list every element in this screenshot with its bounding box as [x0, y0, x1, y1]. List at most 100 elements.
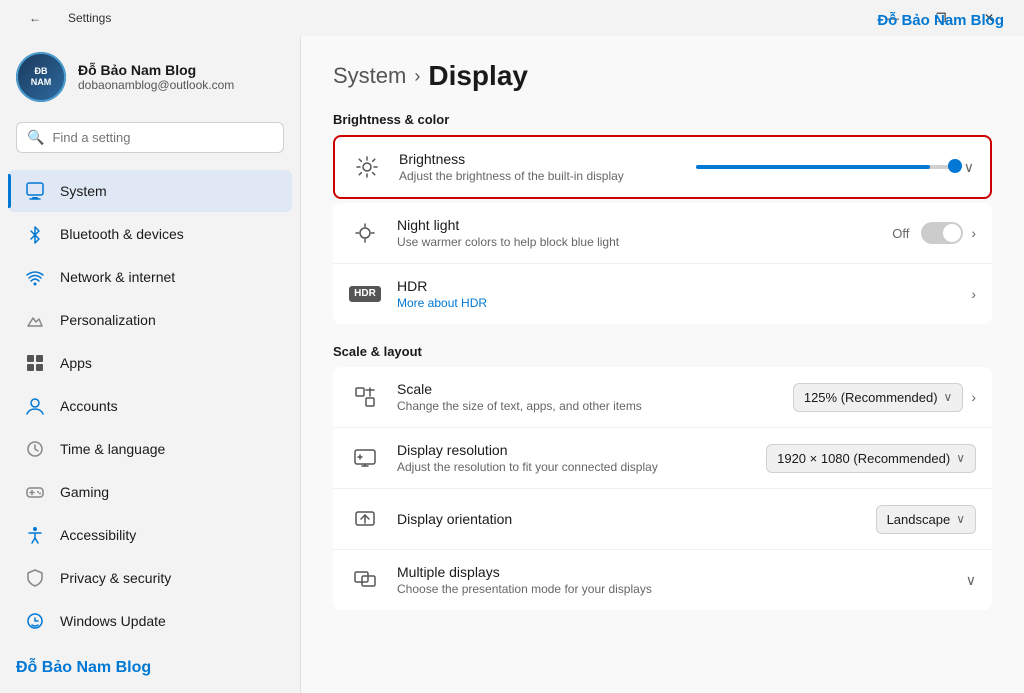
time-icon [24, 438, 46, 460]
avatar-initials: ĐBNAM [16, 52, 66, 102]
sidebar-item-personalization[interactable]: Personalization [8, 299, 292, 341]
app-body: ĐBNAM Đỗ Bảo Nam Blog dobaonamblog@outlo… [0, 36, 1024, 693]
sidebar-item-label-personalization: Personalization [60, 312, 156, 328]
scale-text: Scale Change the size of text, apps, and… [397, 381, 777, 413]
toggle-thumb [943, 224, 961, 242]
search-input[interactable] [52, 130, 273, 145]
resolution-text: Display resolution Adjust the resolution… [397, 442, 750, 474]
scale-icon [349, 381, 381, 413]
night-light-toggle[interactable] [921, 222, 963, 244]
main-content: System › Display Brightness & color [300, 36, 1024, 693]
breadcrumb-current: Display [428, 60, 528, 92]
night-light-text: Night light Use warmer colors to help bl… [397, 217, 876, 249]
sidebar-item-label-network: Network & internet [60, 269, 175, 285]
scale-desc: Change the size of text, apps, and other… [397, 399, 777, 413]
apps-icon [24, 352, 46, 374]
resolution-dropdown-chevron: ∨ [956, 451, 965, 465]
orientation-dropdown[interactable]: Landscape ∨ [876, 505, 976, 534]
hdr-desc: More about HDR [397, 296, 955, 310]
sidebar-item-gaming[interactable]: Gaming [8, 471, 292, 513]
brightness-slider-fill [696, 165, 930, 169]
night-light-chevron: › [971, 225, 976, 241]
hdr-text: HDR More about HDR [397, 278, 955, 310]
brightness-card: Brightness Adjust the brightness of the … [333, 135, 992, 199]
app-title: Settings [68, 11, 111, 25]
multiple-displays-desc: Choose the presentation mode for your di… [397, 582, 950, 596]
orientation-dropdown-chevron: ∨ [956, 512, 965, 526]
brightness-desc: Adjust the brightness of the built-in di… [399, 169, 680, 183]
breadcrumb-parent: System [333, 63, 406, 89]
scale-row[interactable]: Scale Change the size of text, apps, and… [333, 367, 992, 428]
multiple-displays-text: Multiple displays Choose the presentatio… [397, 564, 950, 596]
orientation-row[interactable]: Display orientation Landscape ∨ [333, 489, 992, 550]
resolution-row[interactable]: Display resolution Adjust the resolution… [333, 428, 992, 489]
orientation-text: Display orientation [397, 511, 860, 527]
bluetooth-icon [24, 223, 46, 245]
hdr-control: › [971, 286, 976, 302]
brightness-row[interactable]: Brightness Adjust the brightness of the … [335, 137, 990, 197]
sidebar-item-privacy[interactable]: Privacy & security [8, 557, 292, 599]
brightness-slider-container [696, 165, 956, 169]
sidebar-item-label-apps: Apps [60, 355, 92, 371]
hdr-link[interactable]: More about HDR [397, 296, 487, 310]
hdr-row[interactable]: HDR HDR More about HDR › [333, 264, 992, 324]
brightness-icon [351, 151, 383, 183]
sidebar-item-label-time: Time & language [60, 441, 165, 457]
multiple-displays-control: ∨ [966, 572, 976, 589]
scale-title: Scale [397, 381, 777, 397]
sidebar-item-apps[interactable]: Apps [8, 342, 292, 384]
scale-control: 125% (Recommended) ∨ › [793, 383, 976, 412]
accessibility-icon [24, 524, 46, 546]
privacy-icon [24, 567, 46, 589]
multiple-displays-chevron: ∨ [966, 572, 976, 589]
brightness-slider-track [696, 165, 956, 169]
system-icon [24, 180, 46, 202]
night-light-control: Off › [892, 222, 976, 244]
sidebar-item-label-privacy: Privacy & security [60, 570, 171, 586]
multiple-displays-title: Multiple displays [397, 564, 950, 580]
scale-value: 125% (Recommended) [804, 390, 938, 405]
hdr-title: HDR [397, 278, 955, 294]
sidebar-item-accounts[interactable]: Accounts [8, 385, 292, 427]
sidebar-item-label-bluetooth: Bluetooth & devices [60, 226, 184, 242]
personalization-icon [24, 309, 46, 331]
user-info: Đỗ Bảo Nam Blog dobaonamblog@outlook.com [78, 62, 234, 92]
back-button[interactable]: ← [12, 2, 58, 34]
resolution-dropdown[interactable]: 1920 × 1080 (Recommended) ∨ [766, 444, 976, 473]
sidebar-item-update[interactable]: Windows Update [8, 600, 292, 642]
user-profile[interactable]: ĐBNAM Đỗ Bảo Nam Blog dobaonamblog@outlo… [0, 36, 300, 122]
hdr-icon: HDR [349, 278, 381, 310]
sidebar-item-bluetooth[interactable]: Bluetooth & devices [8, 213, 292, 255]
hdr-chevron: › [971, 286, 976, 302]
sidebar-item-label-update: Windows Update [60, 613, 166, 629]
gaming-icon [24, 481, 46, 503]
multiple-displays-row[interactable]: Multiple displays Choose the presentatio… [333, 550, 992, 610]
sidebar-item-network[interactable]: Network & internet [8, 256, 292, 298]
sidebar-nav: System Bluetooth & devices [0, 169, 300, 643]
sidebar-item-accessibility[interactable]: Accessibility [8, 514, 292, 556]
scale-dropdown[interactable]: 125% (Recommended) ∨ [793, 383, 963, 412]
section-header-brightness: Brightness & color [333, 112, 992, 127]
breadcrumb-separator: › [414, 66, 420, 87]
resolution-value: 1920 × 1080 (Recommended) [777, 451, 950, 466]
sidebar: ĐBNAM Đỗ Bảo Nam Blog dobaonamblog@outlo… [0, 36, 300, 693]
brightness-control[interactable]: ∨ [696, 159, 974, 176]
brightness-slider-thumb [948, 159, 962, 173]
sidebar-item-label-gaming: Gaming [60, 484, 109, 500]
scale-layout-card: Scale Change the size of text, apps, and… [333, 367, 992, 610]
night-light-row[interactable]: Night light Use warmer colors to help bl… [333, 203, 992, 264]
scale-dropdown-chevron: ∨ [944, 390, 953, 404]
orientation-icon [349, 503, 381, 535]
night-light-desc: Use warmer colors to help block blue lig… [397, 235, 876, 249]
night-light-icon [349, 217, 381, 249]
sidebar-item-label-system: System [60, 183, 107, 199]
brand-label-topright: Đỗ Bảo Nam Blog [877, 12, 1004, 29]
brightness-chevron: ∨ [964, 159, 974, 176]
avatar: ĐBNAM [16, 52, 66, 102]
sidebar-item-system[interactable]: System [8, 170, 292, 212]
update-icon [24, 610, 46, 632]
night-light-title: Night light [397, 217, 876, 233]
search-box[interactable]: 🔍 [16, 122, 284, 153]
resolution-title: Display resolution [397, 442, 750, 458]
sidebar-item-time[interactable]: Time & language [8, 428, 292, 470]
